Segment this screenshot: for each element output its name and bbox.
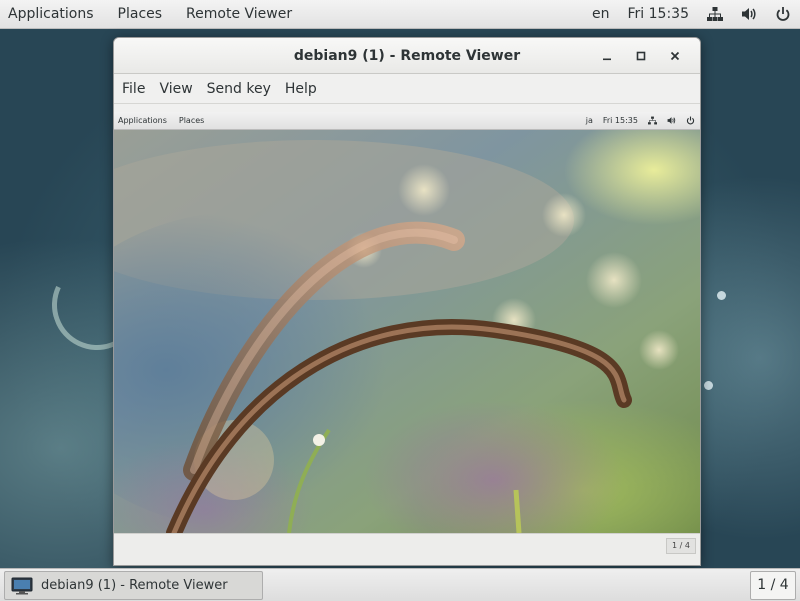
monitor-icon bbox=[11, 577, 33, 594]
remote-viewer-window: debian9 (1) - Remote Viewer File View Se… bbox=[113, 37, 701, 566]
remote-display[interactable]: Applications Places ja Fri 15:35 bbox=[114, 112, 700, 533]
bottom-taskbar: debian9 (1) - Remote Viewer 1 / 4 bbox=[0, 568, 800, 601]
guest-keyboard-layout[interactable]: ja bbox=[581, 116, 598, 125]
menu-file[interactable]: File bbox=[114, 81, 152, 97]
minimize-button[interactable] bbox=[590, 44, 624, 68]
app-menu[interactable]: Remote Viewer bbox=[174, 0, 304, 28]
wallpaper-dot bbox=[717, 291, 726, 300]
clock[interactable]: Fri 15:35 bbox=[619, 6, 698, 22]
guest-applications-menu[interactable]: Applications bbox=[114, 116, 173, 125]
top-panel: Applications Places Remote Viewer en Fri… bbox=[0, 0, 800, 29]
taskbar-window-button[interactable]: debian9 (1) - Remote Viewer bbox=[4, 571, 263, 600]
workspace-indicator-inner[interactable]: 1 / 4 bbox=[666, 538, 696, 554]
guest-top-panel[interactable]: Applications Places ja Fri 15:35 bbox=[114, 112, 700, 130]
power-icon[interactable] bbox=[766, 6, 800, 22]
workspace-switcher[interactable]: 1 / 4 bbox=[750, 571, 796, 600]
window-title: debian9 (1) - Remote Viewer bbox=[293, 47, 521, 64]
guest-clock[interactable]: Fri 15:35 bbox=[598, 116, 643, 125]
places-menu[interactable]: Places bbox=[106, 0, 175, 28]
menu-view[interactable]: View bbox=[152, 81, 199, 97]
close-icon bbox=[670, 51, 680, 60]
keyboard-layout-indicator[interactable]: en bbox=[583, 6, 619, 22]
guest-network-icon[interactable] bbox=[643, 116, 662, 125]
maximize-icon bbox=[636, 51, 646, 60]
minimize-icon bbox=[603, 58, 611, 60]
taskbar-window-label: debian9 (1) - Remote Viewer bbox=[41, 578, 228, 593]
menu-send-key[interactable]: Send key bbox=[200, 81, 278, 97]
wallpaper-dot bbox=[704, 381, 713, 390]
window-titlebar[interactable]: debian9 (1) - Remote Viewer bbox=[114, 38, 700, 74]
guest-places-menu[interactable]: Places bbox=[173, 116, 210, 125]
volume-icon[interactable] bbox=[732, 6, 766, 22]
guest-wallpaper bbox=[114, 130, 700, 533]
network-icon[interactable] bbox=[698, 6, 732, 22]
applications-menu[interactable]: Applications bbox=[0, 0, 106, 28]
close-button[interactable] bbox=[658, 44, 692, 68]
window-menubar: File View Send key Help bbox=[114, 74, 700, 104]
window-statusbar: 1 / 4 bbox=[114, 533, 700, 565]
guest-power-icon[interactable] bbox=[681, 116, 700, 125]
maximize-button[interactable] bbox=[624, 44, 658, 68]
guest-volume-icon[interactable] bbox=[662, 116, 681, 125]
menu-help[interactable]: Help bbox=[278, 81, 324, 97]
